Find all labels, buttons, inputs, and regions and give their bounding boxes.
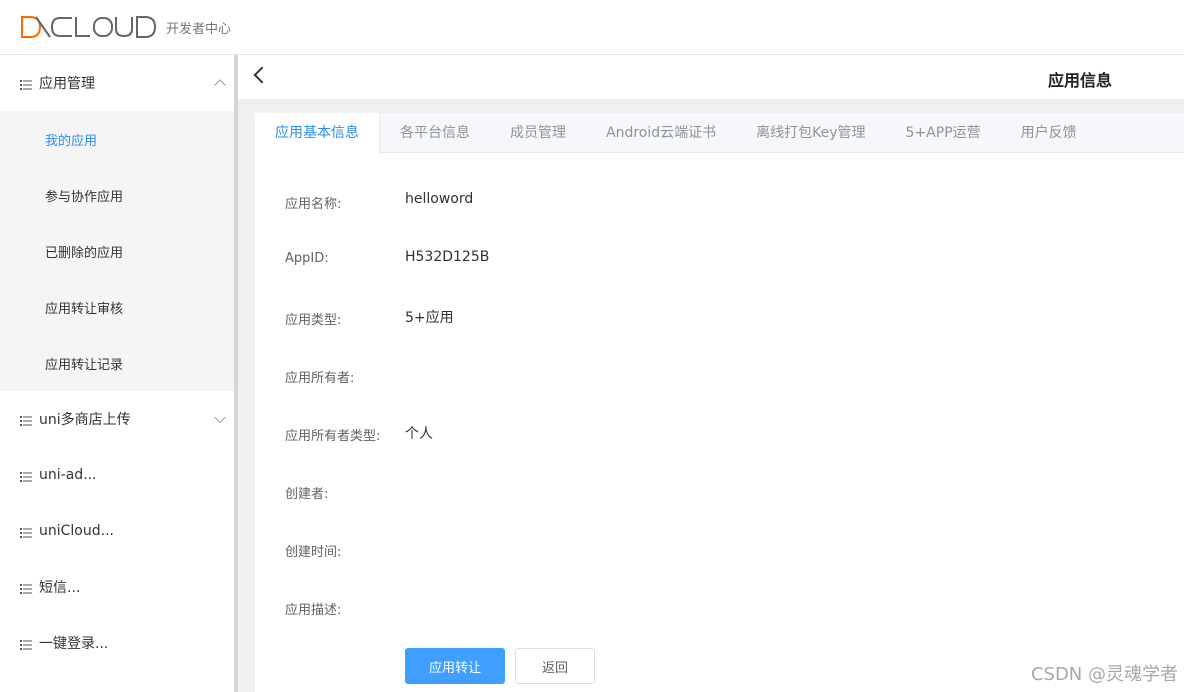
sidebar: 应用管理 我的应用 参与协作应用 已删除的应用 应用转让审核 应用转让记录 un… [0,55,234,692]
sidebar-item-transfer-review[interactable]: 应用转让审核 [0,279,234,335]
field-value: 5+应用 [405,310,454,326]
field-label: 应用所有者类型: [285,429,381,444]
list-icon [20,638,32,650]
list-icon [20,526,32,538]
field-label: 创建时间: [285,545,342,560]
page-title: 应用信息 [1047,71,1112,90]
tab-platform-info[interactable]: 各平台信息 [380,113,490,153]
sidebar-group-sms[interactable]: 短信... [0,559,234,615]
field-value: helloword [405,191,474,207]
tab-bar: 应用基本信息 各平台信息 成员管理 Android云端证书 离线打包Key管理 … [255,113,1184,154]
list-icon [20,470,32,482]
return-button[interactable]: 返回 [515,648,595,684]
sidebar-item-collab-apps[interactable]: 参与协作应用 [0,167,234,223]
sidebar-group-label: uni-ad... [39,467,97,483]
list-icon [20,582,32,594]
tab-members[interactable]: 成员管理 [490,113,586,153]
field-label: 应用类型: [285,313,342,328]
sidebar-group-label: 一键登录... [39,636,109,652]
tab-offline-key[interactable]: 离线打包Key管理 [736,113,885,153]
tab-5plus-ops[interactable]: 5+APP运营 [886,113,1001,153]
watermark-text: CSDN @灵魂学者 [1030,664,1178,685]
field-label: 创建者: [285,487,329,502]
tab-android-cert[interactable]: Android云端证书 [586,113,736,153]
field-label: 应用描述: [285,603,342,618]
list-icon [20,78,32,90]
field-value: 个人 [405,426,433,442]
sidebar-group-uni-store-upload[interactable]: uni多商店上传 [0,391,234,447]
sidebar-group-unicloud[interactable]: uniCloud... [0,503,234,559]
sidebar-item-deleted-apps[interactable]: 已删除的应用 [0,223,234,279]
sidebar-item-my-apps[interactable]: 我的应用 [0,111,234,167]
app-info-panel: 应用基本信息 各平台信息 成员管理 Android云端证书 离线打包Key管理 … [255,113,1184,692]
dcloud-logo[interactable]: 开发者中心 [20,15,231,39]
field-label: 应用所有者: [285,371,355,386]
sidebar-group-label: 应用管理 [39,76,95,92]
sidebar-group-label: 短信... [39,580,81,596]
tab-feedback[interactable]: 用户反馈 [1001,113,1097,153]
sidebar-group-one-click-login[interactable]: 一键登录... [0,615,234,671]
sidebar-item-transfer-records[interactable]: 应用转让记录 [0,335,234,391]
sidebar-group-label: uniCloud... [39,523,114,539]
field-value: H532D125B [405,249,490,265]
content-topbar: 应用信息 [238,55,1184,99]
list-icon [20,414,32,426]
sidebar-group-uni-ad[interactable]: uni-ad... [0,447,234,503]
sidebar-submenu: 我的应用 参与协作应用 已删除的应用 应用转让审核 应用转让记录 [0,111,234,391]
chevron-up-icon [214,79,226,91]
sidebar-group-label: uni多商店上传 [39,412,131,428]
dcloud-logo-mark [21,16,157,38]
chevron-down-icon [214,411,226,424]
tab-basic-info[interactable]: 应用基本信息 [255,113,380,154]
header-subtitle: 开发者中心 [166,21,232,37]
field-label: AppID: [285,251,329,266]
transfer-app-button[interactable]: 应用转让 [405,648,505,684]
app-header: 开发者中心 [0,0,1184,55]
back-arrow-icon[interactable] [253,66,271,84]
sidebar-group-app-management[interactable]: 应用管理 [0,55,234,111]
field-label: 应用名称: [285,197,342,212]
